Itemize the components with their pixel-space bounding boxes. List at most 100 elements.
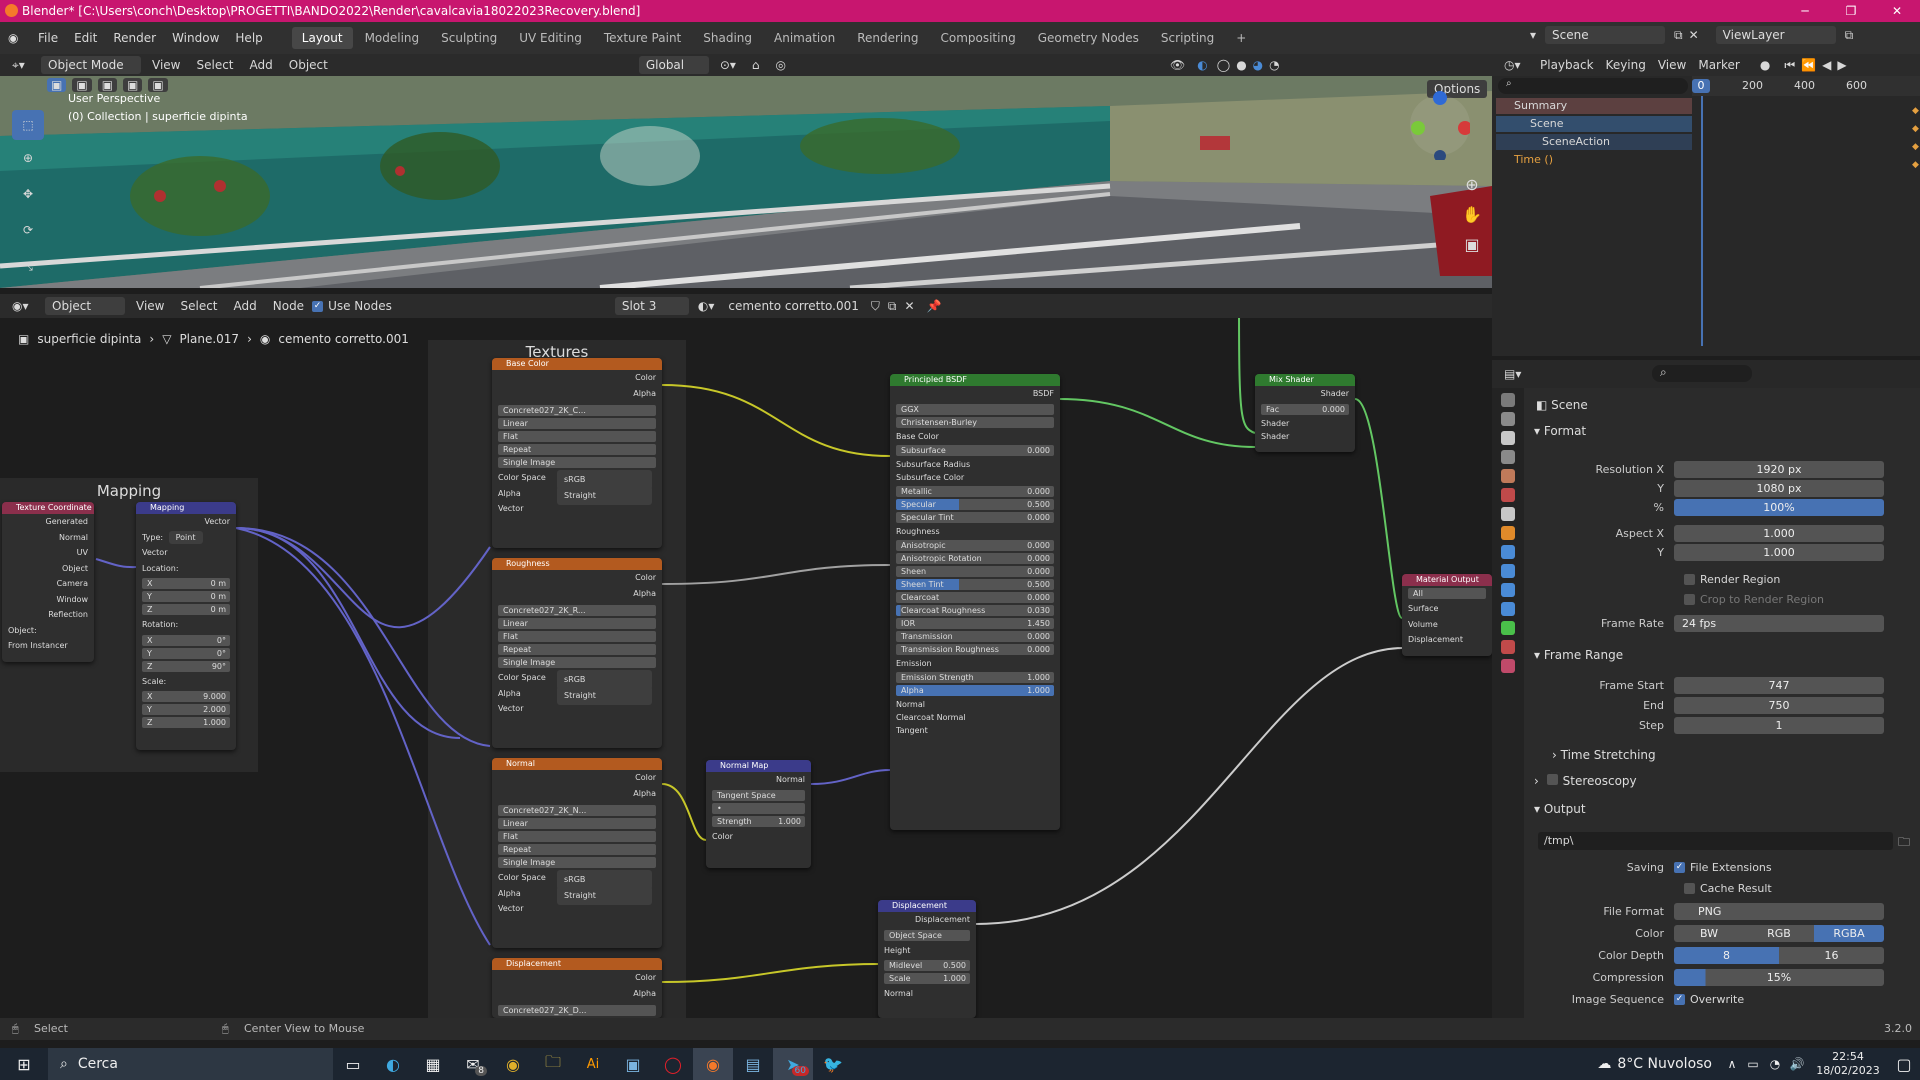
record-icon[interactable]: ● — [1760, 58, 1770, 72]
format-panel-header[interactable]: ▾ Format — [1534, 424, 1586, 438]
select-subtract-icon[interactable]: ▣ — [97, 78, 118, 92]
menu-edit[interactable]: Edit — [66, 31, 105, 45]
timeline-editor-icon[interactable]: ◷▾ — [1504, 58, 1534, 72]
source-dropdown[interactable]: Single Image — [498, 457, 656, 468]
color-depth-8-button[interactable]: 8 — [1674, 946, 1779, 964]
file-explorer-icon[interactable]: 🗀 — [533, 1048, 573, 1080]
minimize-button[interactable]: ─ — [1782, 0, 1828, 22]
node-menu-node[interactable]: Node — [265, 299, 312, 313]
maximize-button[interactable]: ❐ — [1828, 0, 1874, 22]
extension-dropdown[interactable]: Repeat — [498, 844, 656, 855]
remote-desktop-icon[interactable]: ▣ — [613, 1048, 653, 1080]
distribution-dropdown[interactable]: GGX — [896, 403, 1054, 415]
workspace-tab-shading[interactable]: Shading — [693, 27, 762, 49]
rotation-z-field[interactable]: Z 90° — [142, 660, 230, 672]
node-image-texture[interactable]: Normal Color Alpha Concrete027_2K_N... L… — [492, 758, 662, 948]
node-material-output[interactable]: Material Output All Surface Volume Displ… — [1402, 574, 1492, 656]
navigation-gizmo[interactable] — [1400, 90, 1470, 160]
properties-editor-icon[interactable]: ▤▾ — [1504, 367, 1521, 381]
interpolation-dropdown[interactable]: Linear — [498, 418, 656, 429]
duplicate-material-icon[interactable]: ⧉ — [888, 299, 897, 314]
edge-icon[interactable]: ◐ — [373, 1048, 413, 1080]
physics-tab-icon[interactable] — [1501, 583, 1515, 597]
rotation-y-field[interactable]: Y 0° — [142, 647, 230, 659]
interpolation-dropdown[interactable]: Linear — [498, 818, 656, 829]
workspace-tab-scripting[interactable]: Scripting — [1151, 27, 1224, 49]
windows-start-icon[interactable]: ⊞ — [0, 1048, 48, 1080]
image-datablock-field[interactable]: Concrete027_2K_D... — [498, 1005, 656, 1016]
midlevel-field[interactable]: Midlevel 0.500 — [884, 960, 970, 971]
workspace-tab-layout[interactable]: Layout — [291, 27, 353, 49]
fac-field[interactable]: Fac 0.000 — [1261, 403, 1349, 415]
play-icon[interactable]: ▶ — [1837, 58, 1846, 72]
task-view-icon[interactable]: ▭ — [333, 1048, 373, 1080]
menu-file[interactable]: File — [30, 31, 66, 45]
input-transmission-roughness-field[interactable]: Transmission Roughness 0.000 — [896, 643, 1054, 655]
chrome-icon[interactable]: ◉ — [493, 1048, 533, 1080]
file-format-dropdown[interactable]: PNG — [1674, 902, 1884, 920]
node-editor-type-icon[interactable]: ◉▾ — [12, 299, 42, 313]
app-bird-icon[interactable]: 🐦 — [813, 1048, 853, 1080]
node-displacement[interactable]: Displacement Displacement Object Space H… — [878, 900, 976, 1018]
properties-search-field[interactable]: ⌕ — [1652, 365, 1752, 382]
from-instancer-checkbox[interactable]: From Instancer — [2, 638, 94, 654]
data-tab-icon[interactable] — [1501, 621, 1515, 635]
material-name-field[interactable]: cemento corretto.001 — [720, 299, 867, 313]
blender-menu-icon[interactable]: ◉ — [8, 31, 30, 45]
node-image-texture[interactable]: Roughness Color Alpha Concrete027_2K_R..… — [492, 558, 662, 748]
rotation-x-field[interactable]: X 0° — [142, 634, 230, 646]
frame-step-field[interactable]: 1 — [1674, 716, 1884, 734]
zoom-icon[interactable]: ⊕ — [1460, 170, 1484, 200]
channel-scene[interactable]: Scene — [1496, 116, 1692, 132]
projection-dropdown[interactable]: Flat — [498, 831, 656, 842]
viewport-menu-add[interactable]: Add — [242, 58, 281, 72]
extension-dropdown[interactable]: Repeat — [498, 644, 656, 655]
fake-user-icon[interactable]: ⛉ — [871, 299, 880, 314]
new-viewlayer-icon[interactable]: ⧉ — [1845, 28, 1854, 43]
taskbar-search-box[interactable]: ⌕ Cerca — [48, 1048, 333, 1080]
notifications-icon[interactable]: ▢ — [1888, 1048, 1920, 1080]
compression-slider[interactable]: 15% — [1674, 968, 1884, 986]
transform-orientation[interactable]: Global — [638, 56, 709, 74]
render-tab-icon[interactable] — [1501, 412, 1515, 426]
target-dropdown[interactable]: All — [1408, 588, 1486, 599]
gizmo-toggle-icon[interactable]: 👁 — [1170, 58, 1185, 72]
resolution-percentage-field[interactable]: 100% — [1674, 498, 1884, 516]
overwrite-checkbox[interactable]: ✓ — [1674, 993, 1685, 1005]
color-depth-16-button[interactable]: 16 — [1779, 946, 1884, 964]
viewport-menu-object[interactable]: Object — [281, 58, 336, 72]
timeline-menu-view[interactable]: View — [1652, 58, 1692, 72]
collection-tab-icon[interactable] — [1501, 507, 1515, 521]
location-y-field[interactable]: Y0 m — [142, 591, 230, 602]
input-anisotropic-rotation-field[interactable]: Anisotropic Rotation 0.000 — [896, 552, 1054, 564]
node-image-texture[interactable]: Base Color Color Alpha Concrete027_2K_C.… — [492, 358, 662, 548]
shading-solid-icon[interactable]: ● — [1236, 58, 1246, 72]
input-emission-strength-field[interactable]: Emission Strength 1.000 — [896, 671, 1054, 683]
workspace-tab-compositing[interactable]: Compositing — [930, 27, 1025, 49]
tool-tab-icon[interactable] — [1501, 393, 1515, 407]
overlay-toggle-icon[interactable]: ◐ — [1197, 58, 1207, 72]
tray-wifi-icon[interactable]: ◔ — [1764, 1048, 1786, 1080]
mail-icon[interactable]: ✉ 8 — [453, 1048, 493, 1080]
workspace-tab-uv-editing[interactable]: UV Editing — [509, 27, 592, 49]
weather-widget[interactable]: ☁ 8°C Nuvoloso — [1597, 1056, 1712, 1072]
color-bw-button[interactable]: BW — [1674, 924, 1744, 942]
menu-window[interactable]: Window — [164, 31, 227, 45]
location-x-field[interactable]: X0 m — [142, 578, 230, 589]
modifier-tab-icon[interactable] — [1501, 545, 1515, 559]
node-editor-canvas[interactable]: ▣ superficie dipinta › ▽ Plane.017 › ◉ cem… — [0, 318, 1492, 1018]
space-dropdown[interactable]: Object Space — [884, 929, 970, 941]
time-stretching-subpanel[interactable]: › Time Stretching — [1552, 748, 1656, 762]
tray-volume-icon[interactable]: 🔊 — [1786, 1048, 1808, 1080]
frame-end-field[interactable]: 750 — [1674, 696, 1884, 714]
close-button[interactable]: ✕ — [1874, 0, 1920, 22]
new-scene-icon[interactable]: ⧉ — [1674, 28, 1683, 43]
particles-tab-icon[interactable] — [1501, 564, 1515, 578]
opera-icon[interactable]: ◯ — [653, 1048, 693, 1080]
input-anisotropic-field[interactable]: Anisotropic 0.000 — [896, 539, 1054, 551]
input-specular-field[interactable]: Specular 0.500 — [896, 498, 1054, 510]
select-new-icon[interactable]: ▣ — [47, 78, 67, 92]
image-datablock-field[interactable]: Concrete027_2K_R... — [498, 605, 656, 616]
stereoscopy-panel-header[interactable]: › Stereoscopy — [1534, 774, 1637, 788]
node-mix-shader[interactable]: Mix Shader Shader Fac 0.000 Shader Shader — [1255, 374, 1355, 452]
